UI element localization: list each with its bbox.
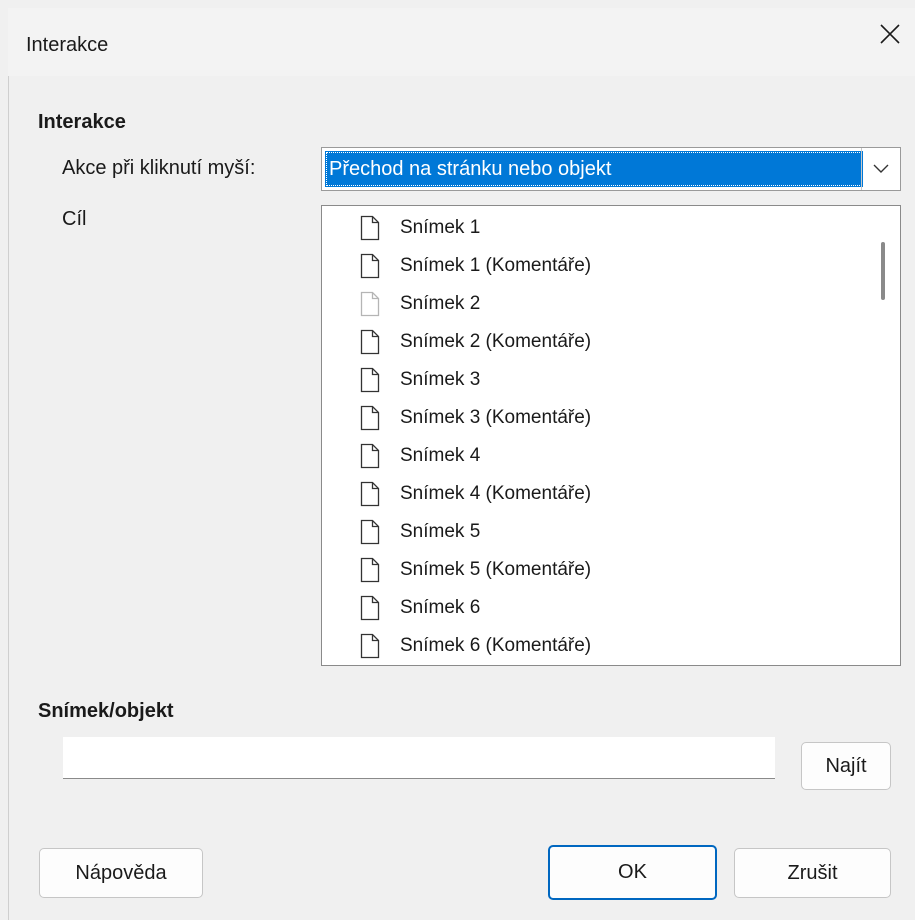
tree-item-label: Snímek 5 (Komentáře) <box>400 559 592 580</box>
slide-object-section-label: Snímek/objekt <box>38 700 174 722</box>
tree-item-label: Snímek 3 (Komentáře) <box>400 407 592 428</box>
action-dropdown-value: Přechod na stránku nebo objekt <box>325 151 863 187</box>
tree-item-label: Snímek 1 (Komentáře) <box>400 255 592 276</box>
document-icon <box>360 519 380 545</box>
tree-item-label: Snímek 3 <box>400 369 481 390</box>
title-bar: Interakce <box>8 8 915 76</box>
tree-item-label: Snímek 4 <box>400 445 481 466</box>
tree-item[interactable]: Snímek 3 <box>360 362 480 398</box>
document-icon <box>360 253 380 279</box>
document-icon <box>360 405 380 431</box>
document-icon <box>360 443 380 469</box>
chevron-down-icon <box>873 164 889 173</box>
tree-item-label: Snímek 4 (Komentáře) <box>400 483 592 504</box>
document-icon <box>360 367 380 393</box>
ok-button[interactable]: OK <box>548 845 717 900</box>
document-icon <box>360 595 380 621</box>
document-icon <box>360 633 380 659</box>
find-button[interactable]: Najít <box>801 742 891 790</box>
tree-item[interactable]: Snímek 5 <box>360 514 480 550</box>
tree-item[interactable]: Snímek 1 (Komentáře) <box>360 248 591 284</box>
document-icon <box>360 215 380 241</box>
action-dropdown[interactable]: Přechod na stránku nebo objekt <box>321 147 901 191</box>
close-icon <box>880 24 900 44</box>
tree-scrollbar[interactable] <box>866 206 900 665</box>
target-label: Cíl <box>62 208 87 230</box>
interaction-section-label: Interakce <box>38 111 126 133</box>
tree-item[interactable]: Snímek 4 (Komentáře) <box>360 476 591 512</box>
document-icon <box>360 557 380 583</box>
tree-item[interactable]: Snímek 2 <box>360 286 480 322</box>
scroll-thumb[interactable] <box>881 242 885 300</box>
tree-item[interactable]: Snímek 4 <box>360 438 480 474</box>
tree-item[interactable]: Snímek 6 (Komentáře) <box>360 628 591 664</box>
target-tree[interactable]: Snímek 1 Snímek 1 (Komentáře) Snímek 2 Sním… <box>321 205 901 666</box>
tree-item[interactable]: Snímek 3 (Komentáře) <box>360 400 591 436</box>
tree-item-label: Snímek 6 <box>400 597 481 618</box>
close-button[interactable] <box>865 8 915 60</box>
dropdown-arrow-button[interactable] <box>861 148 900 190</box>
document-icon <box>360 291 380 317</box>
document-icon <box>360 481 380 507</box>
tree-item[interactable]: Snímek 5 (Komentáře) <box>360 552 591 588</box>
tree-item-label: Snímek 6 (Komentáře) <box>400 635 592 656</box>
slide-object-input[interactable] <box>63 737 775 779</box>
tree-item[interactable]: Snímek 6 <box>360 590 480 626</box>
tree-item-label: Snímek 1 <box>400 217 481 238</box>
tree-item-label: Snímek 2 (Komentáře) <box>400 331 592 352</box>
action-label: Akce při kliknutí myší: <box>62 157 256 179</box>
tree-item[interactable]: Snímek 1 <box>360 210 480 246</box>
tree-item[interactable]: Snímek 2 (Komentáře) <box>360 324 591 360</box>
window-title: Interakce <box>26 34 109 56</box>
cancel-button[interactable]: Zrušit <box>734 848 891 898</box>
tree-item-label: Snímek 2 <box>400 293 481 314</box>
window-frame-left <box>8 8 9 920</box>
document-icon <box>360 329 380 355</box>
tree-item-label: Snímek 5 <box>400 521 481 542</box>
help-button[interactable]: Nápověda <box>39 848 203 898</box>
